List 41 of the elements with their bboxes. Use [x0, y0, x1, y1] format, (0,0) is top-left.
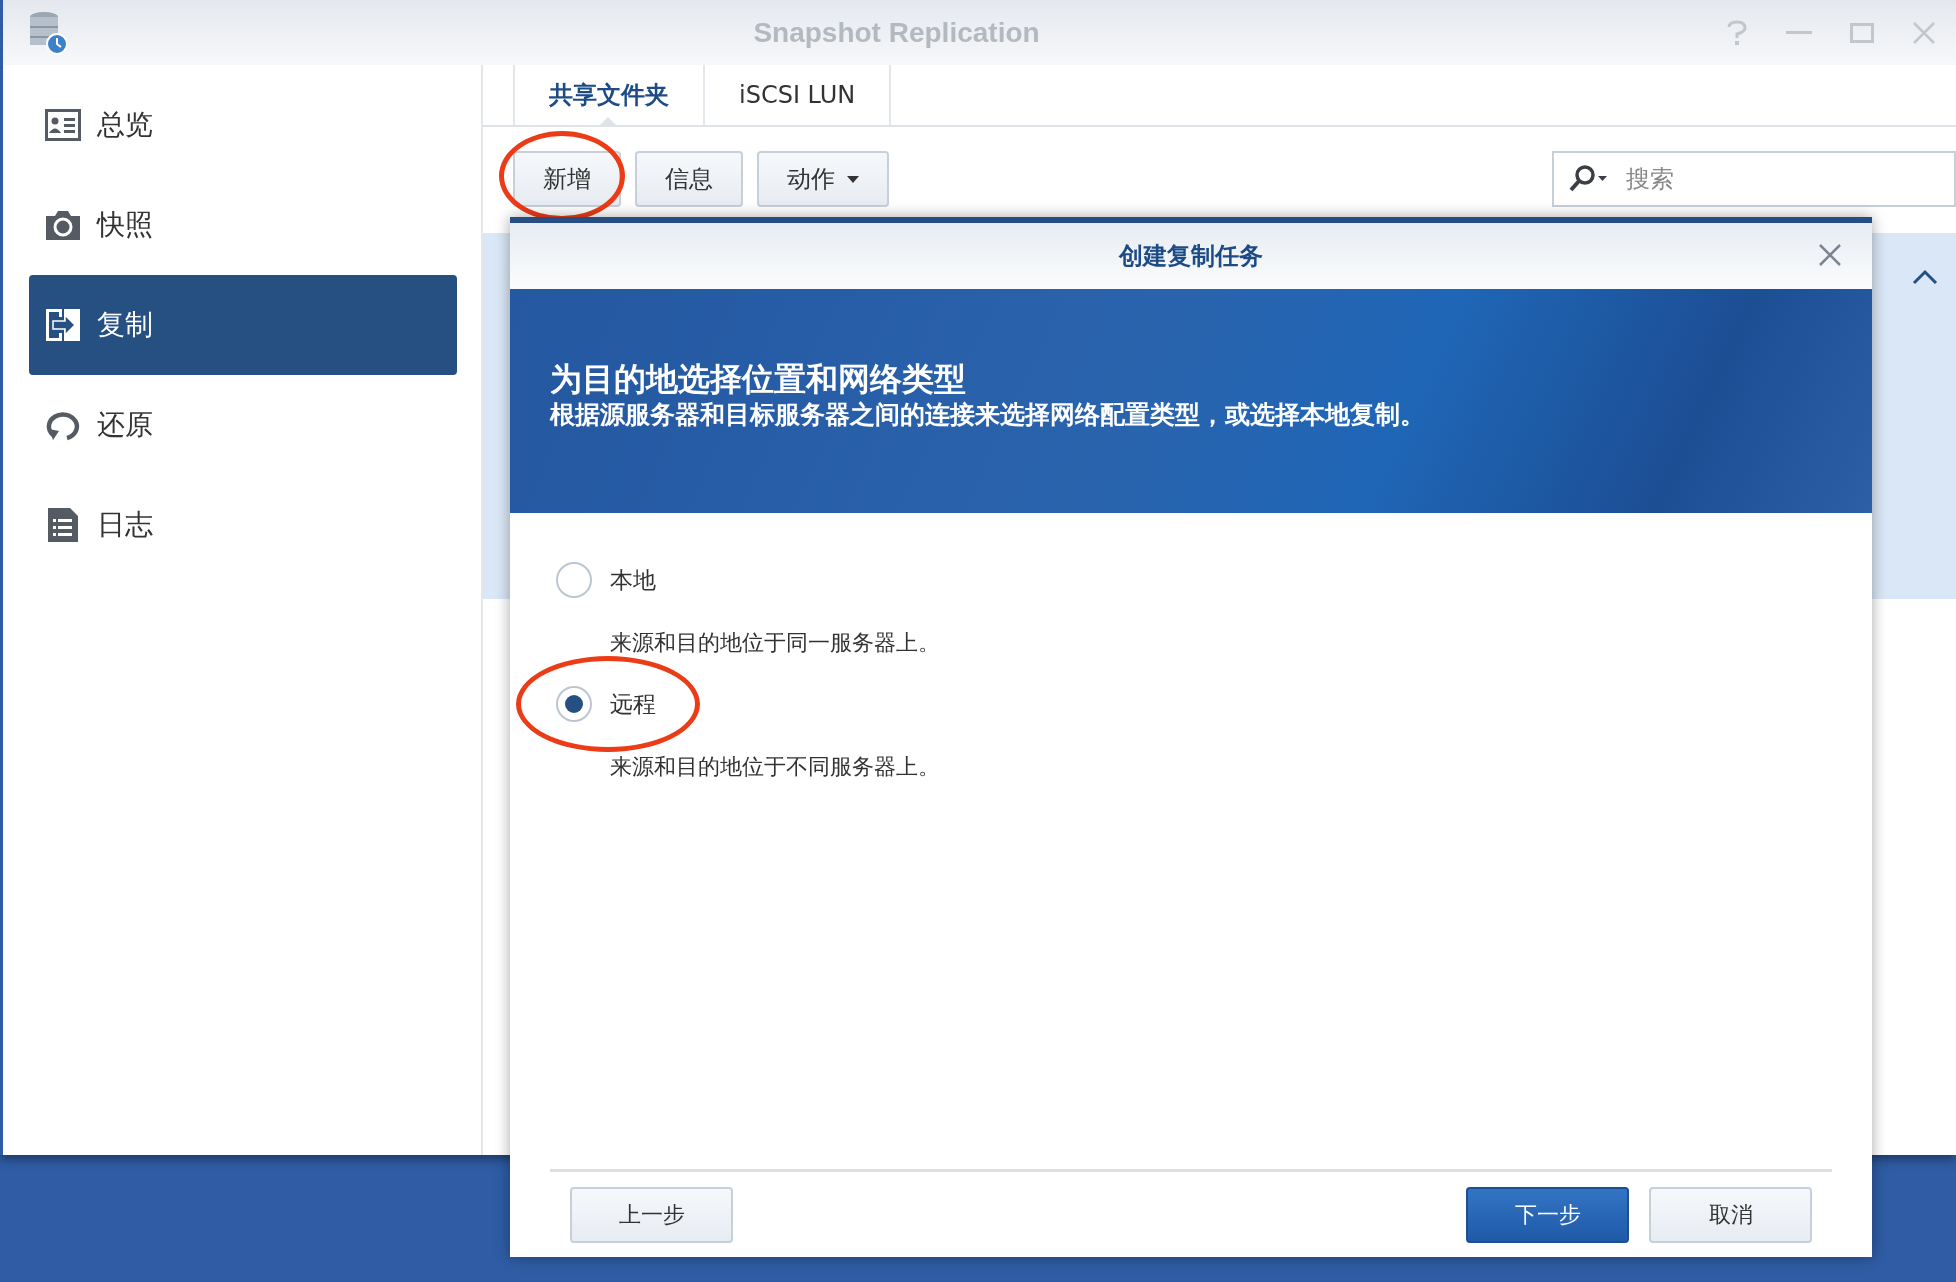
window-title: Snapshot Replication	[752, 15, 1041, 50]
minimize-icon[interactable]	[1786, 30, 1812, 35]
overview-icon	[45, 107, 81, 143]
banner-heading: 为目的地选择位置和网络类型	[550, 359, 967, 399]
document-list-icon	[45, 507, 81, 543]
tab[interactable]: 共享文件夹	[513, 65, 703, 125]
arrow-box-icon	[45, 307, 81, 343]
caret-icon	[847, 175, 859, 183]
option-description: 来源和目的地位于同一服务器上。	[609, 628, 941, 657]
sidebar-label: 复制	[97, 307, 153, 343]
tab[interactable]: iSCSI LUN	[703, 65, 892, 125]
sidebar-label: 快照	[97, 207, 153, 243]
dialog-title: 创建复制任务	[1119, 241, 1263, 272]
help-icon[interactable]	[1726, 19, 1748, 46]
next-button[interactable]: 下一步	[1466, 1186, 1629, 1243]
close-icon[interactable]	[1912, 20, 1936, 45]
toolbar-button[interactable]: 新增	[513, 151, 621, 207]
sidebar-item[interactable]: 快照	[29, 175, 457, 275]
option-description: 来源和目的地位于不同服务器上。	[609, 752, 941, 781]
sidebar-label: 总览	[97, 107, 153, 143]
chevron-up-icon[interactable]	[1912, 269, 1938, 285]
toolbar-button[interactable]: 动作	[757, 151, 889, 207]
toolbar-button[interactable]: 信息	[635, 151, 743, 207]
search-field[interactable]: 搜索	[1552, 151, 1956, 207]
option-label: 本地	[610, 565, 656, 595]
maximize-icon[interactable]	[1850, 22, 1874, 43]
sidebar-item[interactable]: 日志	[29, 475, 457, 575]
app-icon	[29, 10, 67, 55]
radio-button[interactable]	[556, 562, 592, 598]
sidebar-item[interactable]: 总览	[29, 75, 457, 175]
radio-button[interactable]	[556, 686, 592, 722]
close-button[interactable]	[1818, 243, 1842, 267]
sidebar-label: 还原	[97, 407, 153, 443]
sidebar-item[interactable]: 还原	[29, 375, 457, 475]
option-label: 远程	[610, 689, 656, 719]
sidebar-item[interactable]: 复制	[29, 275, 457, 375]
dialog-button[interactable]: 上一步	[570, 1186, 733, 1243]
banner-subheading: 根据源服务器和目标服务器之间的连接来选择网络配置类型，或选择本地复制。	[550, 399, 1426, 431]
search-icon	[1568, 164, 1608, 194]
dialog-button[interactable]: 取消	[1649, 1186, 1812, 1243]
sidebar-label: 日志	[97, 507, 153, 543]
